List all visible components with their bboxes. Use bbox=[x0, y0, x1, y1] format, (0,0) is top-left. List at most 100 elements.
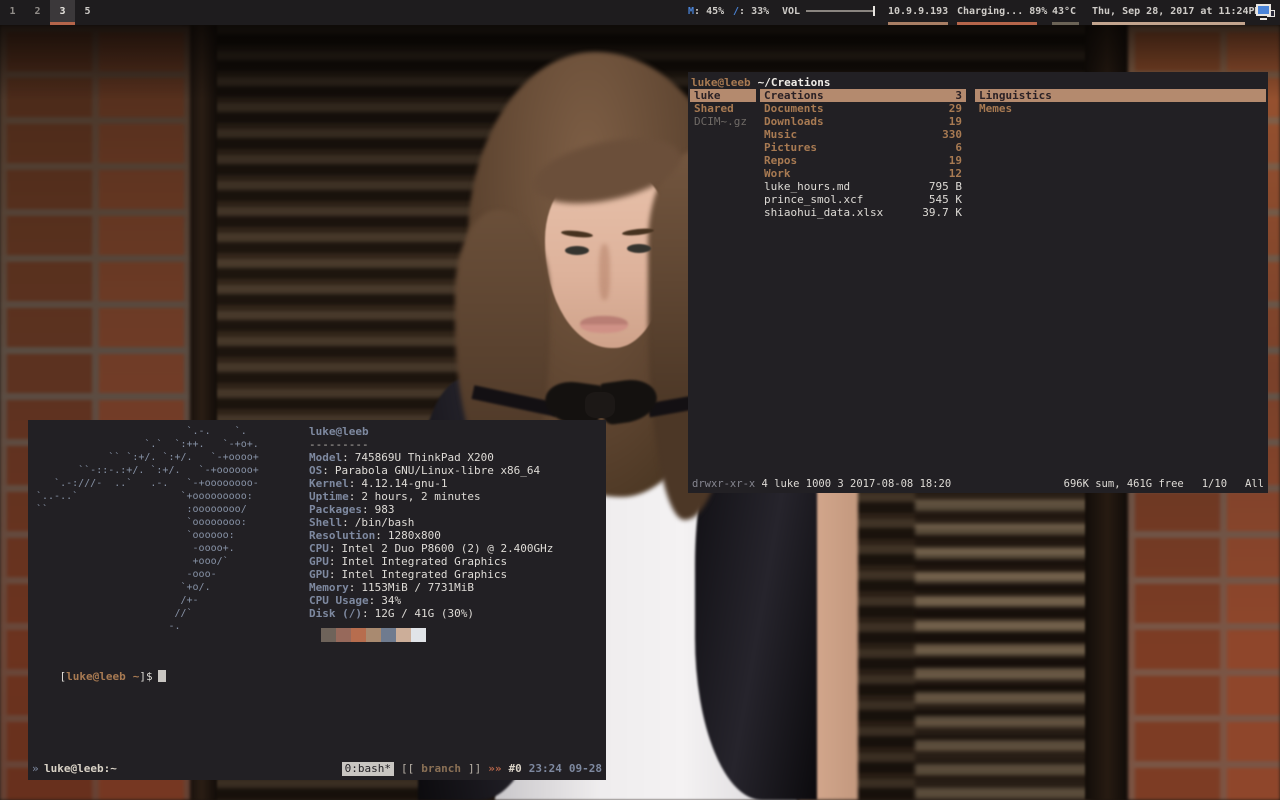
palette-swatch-6 bbox=[396, 628, 411, 642]
ranger-file-meta: drwxr-xr-x 4 luke 1000 3 2017-08-08 18:2… bbox=[692, 477, 951, 492]
temperature-text: 43°C bbox=[1052, 6, 1076, 17]
ranger-permissions: drwxr-xr-x bbox=[692, 478, 755, 490]
tmux-prefix-chevron: » bbox=[32, 760, 39, 778]
parent-dir-luke[interactable]: luke bbox=[690, 89, 756, 102]
terminal-cursor bbox=[158, 670, 166, 682]
neofetch-line-gpu1: GPUIntel Integrated Graphics bbox=[309, 555, 553, 568]
woman-nose bbox=[599, 244, 610, 300]
battery-indicator: Charging... 89% bbox=[957, 0, 1037, 25]
dir-row-repos[interactable]: Repos19 bbox=[760, 154, 966, 167]
preview-dir-memes[interactable]: Memes bbox=[975, 102, 1266, 115]
workspace-tag-1[interactable]: 1 bbox=[0, 0, 25, 25]
neofetch-line-resolution: Resolution1280x800 bbox=[309, 529, 553, 542]
ranger-position: 1/10 bbox=[1202, 477, 1227, 492]
file-row-shiaohui-data[interactable]: shiaohui_data.xlsx39.7 K bbox=[760, 206, 966, 219]
ranger-filter: All bbox=[1245, 477, 1264, 492]
tmux-date: 09-28 bbox=[569, 760, 602, 778]
network-ip-underline bbox=[888, 22, 948, 25]
parent-dir-shared[interactable]: Shared bbox=[690, 102, 756, 115]
ranger-title-user-host: luke@leeb bbox=[691, 76, 751, 89]
preview-dir-linguistics[interactable]: Linguistics bbox=[975, 89, 1266, 102]
prompt-user-host: luke@leeb bbox=[66, 670, 126, 683]
volume-label: VOL bbox=[782, 6, 800, 17]
datetime-underline bbox=[1092, 22, 1245, 25]
display-icon[interactable] bbox=[1256, 4, 1275, 20]
dir-row-music[interactable]: Music330 bbox=[760, 128, 966, 141]
dir-row-pictures[interactable]: Pictures6 bbox=[760, 141, 966, 154]
datetime-indicator: Thu, Sep 28, 2017 at 11:24PM bbox=[1092, 0, 1245, 25]
network-ip-text: 10.9.9.193 bbox=[888, 6, 948, 17]
datetime-text: Thu, Sep 28, 2017 at 11:24PM bbox=[1092, 6, 1261, 17]
neofetch-line-kernel: Kernel4.12.14-gnu-1 bbox=[309, 477, 553, 490]
neofetch-line-shell: Shell/bin/bash bbox=[309, 516, 553, 529]
dir-row-creations[interactable]: Creations3 bbox=[760, 89, 966, 102]
volume-indicator[interactable]: VOL bbox=[782, 0, 874, 25]
woman-eye-right bbox=[627, 244, 651, 253]
file-row-prince-smol[interactable]: prince_smol.xcf545 K bbox=[760, 193, 966, 206]
neofetch-line-cpu-usage: CPU Usage34% bbox=[309, 594, 553, 607]
palette-swatch-2 bbox=[336, 628, 351, 642]
neofetch-line-uptime: Uptime2 hours, 2 minutes bbox=[309, 490, 553, 503]
memory-usage-text: : 33% bbox=[739, 6, 769, 17]
dir-row-work[interactable]: Work12 bbox=[760, 167, 966, 180]
workspace-tag-3-label: 3 bbox=[59, 6, 65, 17]
neofetch-line-model: Model745869U ThinkPad X200 bbox=[309, 451, 553, 464]
cpu-usage-indicator: M: 45% bbox=[688, 0, 724, 25]
tmux-window-tab[interactable]: 0:bash* bbox=[342, 762, 394, 776]
tmux-session-name: luke@leeb:~ bbox=[44, 760, 117, 778]
parabola-ascii-logo: `.-. `. `.` `:++. `-+o+. `` `:+/. `:+/. … bbox=[36, 425, 259, 633]
neofetch-info: luke@leeb --------- Model745869U ThinkPa… bbox=[309, 425, 553, 620]
workspace-tag-2[interactable]: 2 bbox=[25, 0, 50, 25]
ranger-file-manager-window[interactable]: luke@leeb ~/Creations luke Shared DCIM~.g… bbox=[688, 72, 1268, 493]
ranger-summary: 696K sum, 461G free 1/10 All bbox=[1064, 477, 1264, 492]
tmux-right-status: 0:bash* [[ branch ]] »» #0 23:24 09-28 bbox=[342, 760, 602, 778]
tmux-git-close: ]] bbox=[468, 760, 481, 778]
volume-slider[interactable] bbox=[806, 10, 874, 12]
temperature-underline bbox=[1052, 22, 1079, 25]
neofetch-line-packages: Packages983 bbox=[309, 503, 553, 516]
tmux-chevrons-icon: »» bbox=[488, 760, 501, 778]
volume-slider-thumb[interactable] bbox=[873, 6, 875, 16]
palette-swatch-3 bbox=[351, 628, 366, 642]
battery-underline bbox=[957, 22, 1037, 25]
memory-usage-indicator: /: 33% bbox=[733, 0, 769, 25]
shell-prompt[interactable]: [luke@leeb~]$ bbox=[33, 657, 166, 696]
neofetch-line-memory: Memory1153MiB / 7731MiB bbox=[309, 581, 553, 594]
battery-text: Charging... 89% bbox=[957, 6, 1047, 17]
neofetch-separator: --------- bbox=[309, 438, 553, 451]
woman-bowtie-knot bbox=[585, 392, 615, 418]
ranger-title-path: ~/Creations bbox=[758, 76, 831, 89]
dir-row-downloads[interactable]: Downloads19 bbox=[760, 115, 966, 128]
display-icon-screen bbox=[1256, 4, 1271, 16]
neofetch-color-palette bbox=[321, 628, 426, 642]
ranger-status-bar: drwxr-xr-x 4 luke 1000 3 2017-08-08 18:2… bbox=[688, 477, 1268, 492]
file-row-luke-hours[interactable]: luke_hours.md795 B bbox=[760, 180, 966, 193]
ranger-size-summary: 696K sum, 461G free bbox=[1064, 477, 1184, 492]
neofetch-user-host: luke@leeb bbox=[309, 425, 553, 438]
tmux-git-open: [[ bbox=[401, 760, 414, 778]
woman-lips bbox=[580, 316, 628, 333]
palette-swatch-7 bbox=[411, 628, 426, 642]
status-bar: 1 2 3 5 M: 45% /: 33% VOL 10.9.9.193 Cha… bbox=[0, 0, 1280, 25]
tmux-pane-index: #0 bbox=[509, 760, 522, 778]
display-icon-stand bbox=[1260, 18, 1267, 20]
terminal-window[interactable]: `.-. `. `.` `:++. `-+o+. `` `:+/. `:+/. … bbox=[28, 420, 606, 780]
ranger-main-column: Creations3 Documents29 Downloads19 Music… bbox=[760, 89, 966, 219]
neofetch-line-os: OSParabola GNU/Linux-libre x86_64 bbox=[309, 464, 553, 477]
dir-row-documents[interactable]: Documents29 bbox=[760, 102, 966, 115]
neofetch-line-disk: Disk (/)12G / 41G (30%) bbox=[309, 607, 553, 620]
ranger-parent-column: luke Shared DCIM~.gz bbox=[690, 89, 756, 128]
neofetch-line-gpu2: GPUIntel Integrated Graphics bbox=[309, 568, 553, 581]
workspace-tag-3-active[interactable]: 3 bbox=[50, 0, 75, 25]
tmux-status-bar: » luke@leeb:~ 0:bash* [[ branch ]] »» #0… bbox=[28, 760, 606, 778]
parent-file-dcim[interactable]: DCIM~.gz bbox=[690, 115, 756, 128]
workspace-active-underline bbox=[50, 22, 75, 25]
ranger-owner-date: 4 luke 1000 3 2017-08-08 18:20 bbox=[755, 478, 951, 490]
cpu-usage-text: : 45% bbox=[694, 6, 724, 17]
palette-swatch-1 bbox=[321, 628, 336, 642]
network-ip-indicator: 10.9.9.193 bbox=[888, 0, 948, 25]
woman-eye-left bbox=[565, 246, 589, 255]
tmux-clock: 23:24 bbox=[529, 760, 562, 778]
tmux-git-branch: branch bbox=[421, 760, 461, 778]
workspace-tag-5[interactable]: 5 bbox=[75, 0, 100, 25]
